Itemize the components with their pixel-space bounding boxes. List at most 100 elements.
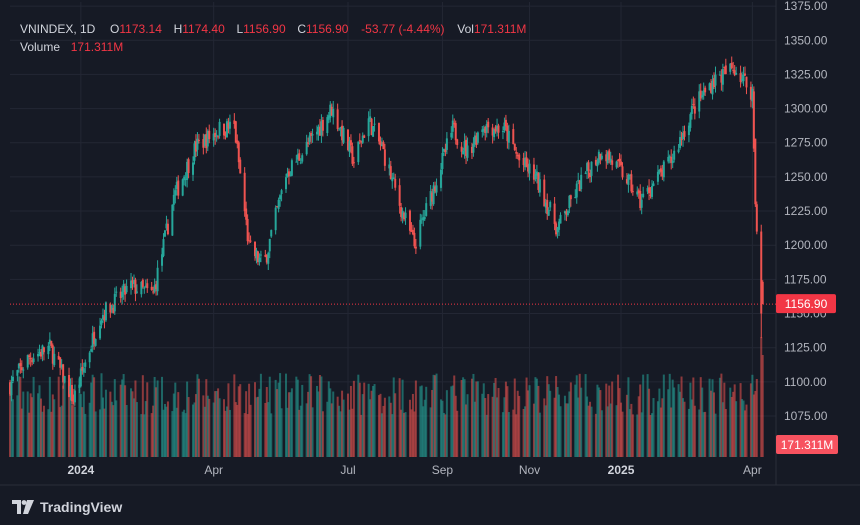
volume-bar: [218, 398, 221, 457]
candle-body: [299, 162, 302, 164]
volume-bar: [84, 413, 87, 457]
candle-body: [10, 381, 13, 396]
volume-bar: [394, 393, 397, 457]
symbol-label[interactable]: VNINDEX, 1D: [20, 22, 95, 36]
candle-body: [462, 150, 465, 155]
change-value: -53.77 (-4.44%): [361, 22, 445, 36]
y-tick-label: 1375.00: [784, 0, 828, 13]
candle-body: [70, 384, 73, 402]
candle-body: [538, 179, 541, 193]
candle-body: [82, 368, 85, 373]
candle-body: [135, 291, 138, 293]
candle-body: [382, 142, 385, 150]
volume-bar: [580, 387, 583, 457]
candle-body: [177, 180, 180, 196]
candle-body: [456, 139, 459, 145]
y-tick-label: 1325.00: [784, 67, 828, 81]
candle-body: [161, 254, 164, 266]
candle-body: [28, 355, 31, 358]
candle-body: [744, 73, 747, 76]
candle-body: [652, 183, 655, 186]
volume-bar: [321, 411, 324, 457]
volume-bar: [42, 405, 45, 457]
candle-body: [754, 138, 757, 205]
candle-body: [667, 156, 670, 162]
candle-body: [587, 162, 590, 171]
candle-body: [549, 201, 552, 208]
candle-body: [239, 159, 242, 174]
volume-key[interactable]: Volume: [20, 40, 60, 54]
y-tick-label: 1350.00: [784, 33, 828, 47]
candle-body: [218, 121, 221, 136]
candle-body: [301, 155, 304, 162]
y-tick-label: 1175.00: [784, 272, 827, 286]
candle-body: [249, 240, 252, 242]
x-tick-label: Nov: [519, 463, 540, 477]
candle-body: [332, 108, 335, 118]
volume-bar: [714, 413, 717, 457]
high-key: H: [173, 22, 183, 36]
tradingview-brand[interactable]: TradingView: [12, 498, 122, 516]
x-tick-label: Sep: [432, 463, 454, 477]
candle-body: [113, 293, 116, 312]
candle-body: [575, 183, 578, 198]
volume-bar: [22, 391, 25, 457]
volume-bar: [435, 373, 438, 457]
candle-body: [671, 160, 674, 164]
candle-body: [16, 370, 19, 376]
volume-bar: [135, 402, 138, 457]
candle-body: [590, 161, 593, 176]
volume-bar: [197, 378, 200, 457]
close-key: C: [297, 22, 306, 36]
brand-name: TradingView: [40, 499, 123, 515]
candle-body: [392, 177, 395, 179]
volume-bar: [115, 400, 118, 457]
volume-legend: Volume 171.311M: [20, 40, 123, 54]
candle-body: [163, 230, 166, 237]
volume-bar: [724, 409, 727, 457]
volume-bar: [693, 405, 696, 457]
candle-body: [37, 353, 40, 357]
candle-body: [683, 131, 686, 137]
volume-bar: [456, 410, 459, 457]
candle-body: [504, 119, 507, 127]
candle-body: [620, 161, 623, 166]
candle-body: [761, 281, 764, 305]
candle-body: [267, 252, 270, 264]
volume-bar: [342, 399, 345, 457]
candle-body: [125, 285, 128, 293]
candle-body: [631, 191, 634, 193]
candlestick-chart[interactable]: 1375.00 1350.00 1325.00 1300.00 1275.00 1250.…: [0, 0, 860, 525]
candle-body: [507, 130, 510, 143]
candle-body: [404, 212, 407, 219]
candle-body: [290, 160, 293, 176]
candle-body: [724, 65, 727, 74]
candle-body: [721, 69, 724, 85]
high-value: 1174.40: [182, 22, 225, 36]
candle-body: [19, 363, 22, 367]
volume-bar: [549, 390, 552, 457]
volume-bar: [156, 380, 159, 457]
candle-body: [559, 214, 562, 224]
candle-body: [141, 279, 144, 287]
candle-body: [150, 286, 153, 290]
candle-body: [63, 376, 66, 383]
volume-bar: [208, 398, 211, 457]
candle-body: [398, 185, 401, 206]
y-tick-label: 1200.00: [784, 238, 828, 252]
x-tick-label: Jul: [340, 463, 355, 477]
candle-body: [143, 287, 146, 289]
candle-body: [11, 376, 14, 382]
candle-body: [50, 340, 53, 346]
last-price-label: 1156.90: [785, 297, 828, 311]
candle-body: [618, 158, 621, 162]
volume-bar: [32, 376, 35, 457]
candle-body: [338, 129, 341, 131]
candle-body: [423, 217, 426, 220]
volume-bar: [301, 384, 304, 457]
volume-bar: [528, 385, 531, 457]
candle-body: [677, 149, 680, 153]
candle-body: [349, 140, 352, 146]
candle-body: [22, 369, 25, 371]
y-tick-label: 1300.00: [784, 102, 828, 116]
